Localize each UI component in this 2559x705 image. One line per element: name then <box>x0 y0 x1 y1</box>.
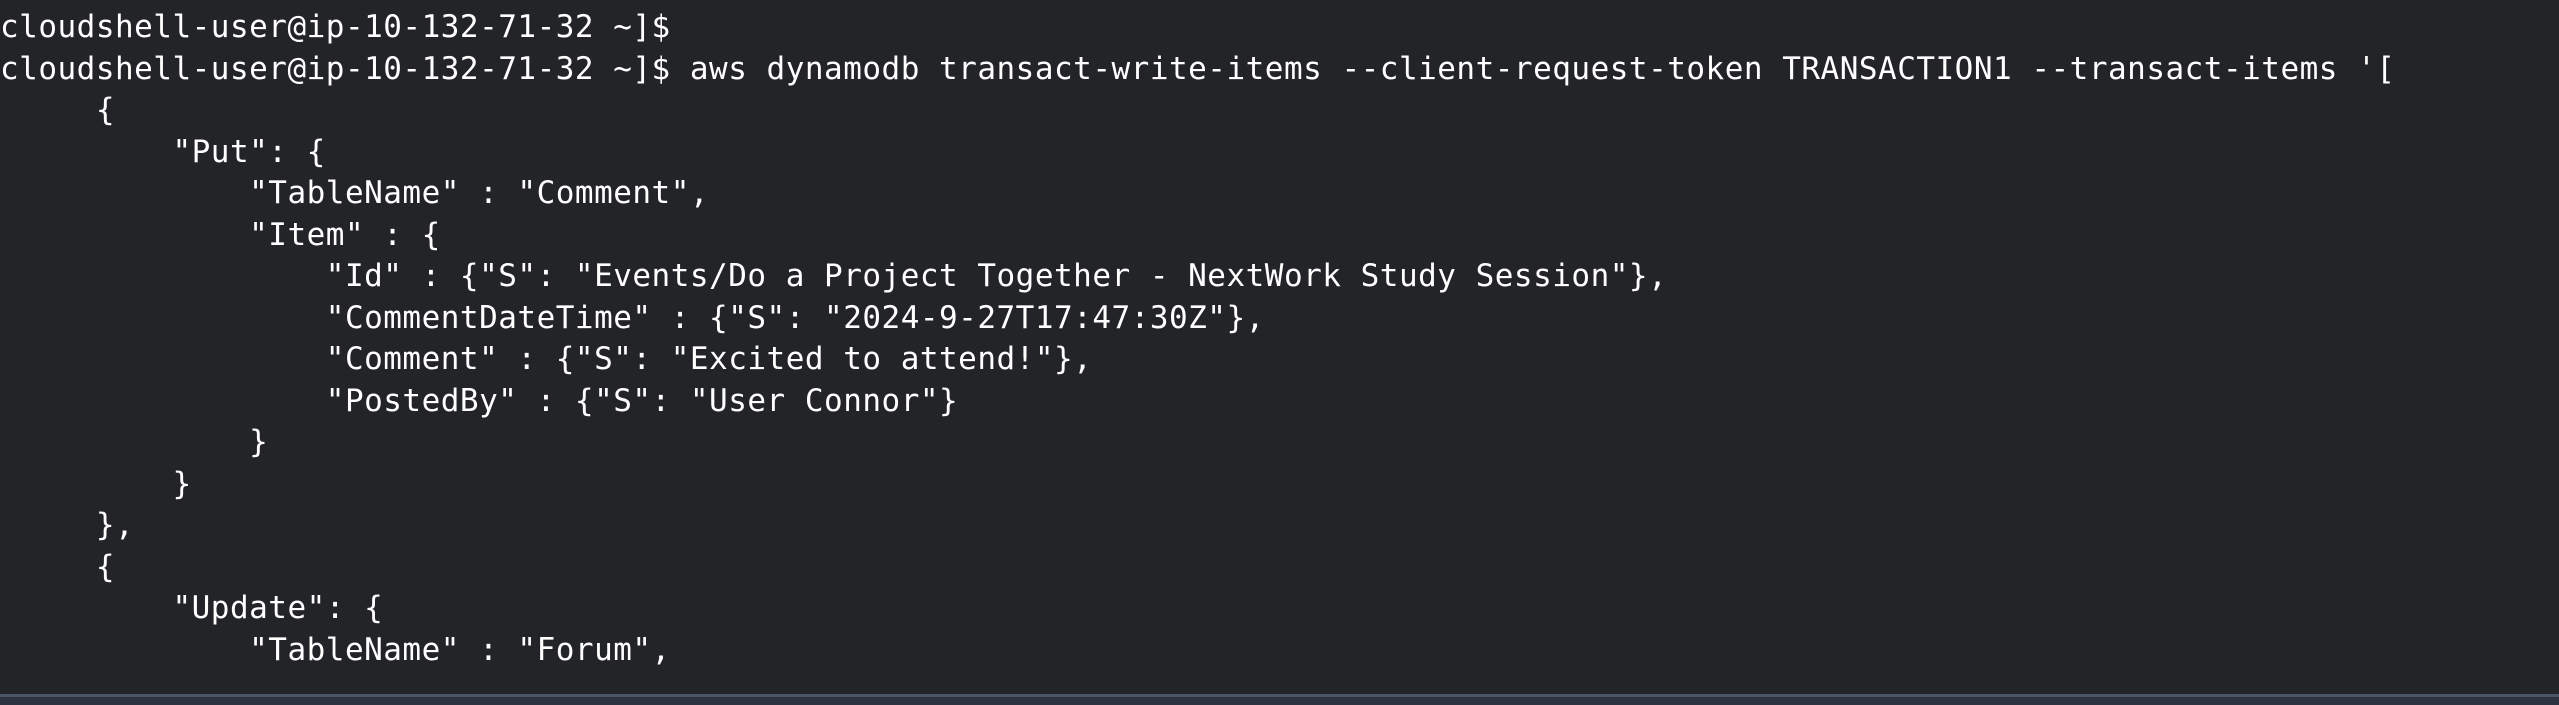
terminal-line: "TableName" : "Forum", <box>0 631 671 668</box>
terminal-line: } <box>0 424 269 460</box>
terminal-line: "Put": { <box>0 133 326 170</box>
cloudshell-terminal[interactable]: cloudshell-user@ip-10-132-71-32 ~]$ clou… <box>0 0 2559 705</box>
terminal-line: "CommentDateTime" : {"S": "2024-9-27T17:… <box>0 299 1265 336</box>
terminal-output: cloudshell-user@ip-10-132-71-32 ~]$ clou… <box>0 7 2559 671</box>
terminal-line: { <box>0 92 115 128</box>
terminal-line: "Update": { <box>0 590 384 626</box>
terminal-line: "Comment" : {"S": "Excited to attend!"}, <box>0 341 1093 377</box>
terminal-bottom-border <box>0 694 2559 705</box>
terminal-line: "PostedBy" : {"S": "User Connor"} <box>0 382 959 419</box>
terminal-line: { <box>0 548 115 585</box>
terminal-line: }, <box>0 507 135 543</box>
terminal-line: } <box>0 465 192 502</box>
terminal-line: cloudshell-user@ip-10-132-71-32 ~]$ aws … <box>0 50 2396 87</box>
terminal-line: cloudshell-user@ip-10-132-71-32 ~]$ <box>0 9 671 45</box>
terminal-line: "Id" : {"S": "Events/Do a Project Togeth… <box>0 258 1668 294</box>
terminal-line: "TableName" : "Comment", <box>0 175 710 211</box>
terminal-line: "Item" : { <box>0 216 441 253</box>
